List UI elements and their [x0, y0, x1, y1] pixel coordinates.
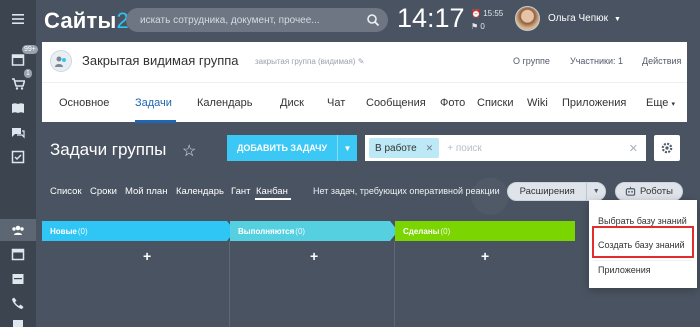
menu-divider: [593, 260, 693, 261]
tab-more-label: Еще: [646, 97, 669, 109]
view-gantt[interactable]: Гант: [231, 186, 251, 197]
actions-link[interactable]: Действия: [642, 56, 681, 66]
book-icon[interactable]: [9, 99, 27, 117]
logo-text: Сайты: [44, 8, 117, 33]
kanban-column-count: (0): [295, 226, 306, 236]
extensions-dropdown-menu: Выбрать базу знаний Создать базу знаний …: [589, 200, 697, 288]
kanban-column-header[interactable]: Новые (0): [42, 221, 235, 241]
star-icon[interactable]: ☆: [182, 141, 196, 161]
group-name: Закрытая видимая группа: [82, 53, 239, 68]
kanban-column-header[interactable]: Сделаны (0): [395, 221, 575, 241]
kanban-column-in-progress: Выполняются (0) +: [230, 221, 398, 327]
view-calendar[interactable]: Календарь: [176, 186, 224, 197]
active-tab-indicator: [135, 120, 176, 123]
extensions-label: Расширения: [519, 186, 575, 197]
view-kanban[interactable]: Канбан: [256, 186, 288, 197]
drive-icon[interactable]: [9, 270, 27, 288]
tab-calendar[interactable]: Календарь: [197, 97, 253, 109]
cart-badge: 1: [24, 69, 32, 78]
chat-icon[interactable]: [9, 124, 27, 142]
alarm-icon: ⏰: [471, 9, 481, 18]
clock-info: ⏰ 15:55 ⚑ 0: [471, 7, 503, 33]
tab-messages[interactable]: Сообщения: [366, 97, 426, 109]
add-card-plus-icon[interactable]: +: [143, 248, 151, 264]
clock-info-count: 0: [480, 22, 485, 31]
search-placeholder: искать сотрудника, документ, прочее...: [140, 14, 320, 26]
clock-time[interactable]: 14:17: [397, 3, 465, 34]
menu-item-select-knowledge-base[interactable]: Выбрать базу знаний: [598, 216, 687, 226]
search-input[interactable]: искать сотрудника, документ, прочее...: [126, 8, 388, 32]
members-link[interactable]: Участники: 1: [570, 56, 623, 66]
add-card-plus-icon[interactable]: +: [481, 248, 489, 264]
tab-main[interactable]: Основное: [59, 97, 109, 109]
menu-item-applications[interactable]: Приложения: [598, 265, 651, 275]
filter-search-placeholder: + поиск: [447, 142, 482, 154]
search-icon[interactable]: [366, 13, 380, 27]
close-icon[interactable]: ✕: [426, 143, 434, 154]
tab-chat[interactable]: Чат: [327, 97, 345, 109]
kanban-column-header[interactable]: Выполняются (0): [230, 221, 398, 241]
view-deadlines[interactable]: Сроки: [90, 186, 117, 197]
settings-button[interactable]: [654, 135, 680, 161]
more-icon[interactable]: [9, 316, 27, 327]
left-rail: 99+ 1: [0, 0, 38, 327]
pencil-icon[interactable]: ✎: [358, 57, 365, 66]
kanban-column-title: Выполняются: [238, 226, 295, 236]
robots-button[interactable]: Роботы: [615, 182, 683, 201]
kanban-column-new: Новые (0) +: [42, 221, 235, 327]
chevron-down-icon[interactable]: ▼: [337, 135, 357, 161]
menu-icon[interactable]: [9, 10, 27, 28]
clear-icon[interactable]: ✕: [629, 142, 638, 155]
extensions-button[interactable]: Расширения ▼: [507, 182, 606, 201]
view-list[interactable]: Список: [50, 186, 82, 197]
check-icon[interactable]: [9, 148, 27, 166]
tab-drive[interactable]: Диск: [280, 97, 304, 109]
tab-photo[interactable]: Фото: [440, 97, 465, 109]
tab-lists[interactable]: Списки: [477, 97, 514, 109]
kanban-column-count: (0): [440, 226, 451, 236]
chevron-down-icon: ▼: [614, 16, 621, 23]
phone-icon[interactable]: [9, 294, 27, 312]
about-group-link[interactable]: О группе: [513, 56, 550, 66]
flag-icon: ⚑: [471, 22, 479, 31]
tab-wiki[interactable]: Wiki: [527, 97, 548, 109]
group-tabs: Основное Задачи Календарь Диск Чат Сообщ…: [42, 82, 687, 123]
user-menu[interactable]: Ольга Чепюк ▼: [548, 13, 621, 24]
sites-badge: 99+: [22, 45, 38, 54]
kanban-column-count: (0): [77, 226, 88, 236]
page-title: Задачи группы: [50, 140, 167, 159]
calendar-icon[interactable]: [9, 245, 27, 263]
chevron-down-icon[interactable]: ▼: [586, 183, 605, 200]
tab-more[interactable]: Еще ▾: [646, 97, 675, 109]
group-card: Закрытая видимая группа закрытая группа …: [42, 42, 687, 123]
group-icon[interactable]: [9, 221, 27, 239]
avatar[interactable]: [515, 6, 540, 31]
menu-item-create-knowledge-base[interactable]: Создать базу знаний: [598, 240, 685, 250]
robot-icon: [625, 186, 636, 196]
filter-search-field[interactable]: В работе ✕ + поиск ✕: [365, 135, 646, 161]
group-type-text: закрытая группа (видимая): [255, 57, 356, 66]
no-tasks-notice[interactable]: Нет задач, требующих оперативной реакции: [313, 186, 500, 196]
filter-chip[interactable]: В работе ✕: [369, 138, 440, 158]
tab-tasks[interactable]: Задачи: [135, 97, 172, 109]
cart-icon[interactable]: [9, 75, 27, 93]
kanban-column-title: Новые: [50, 226, 77, 236]
kanban-column-title: Сделаны: [403, 226, 440, 236]
add-task-label: ДОБАВИТЬ ЗАДАЧУ: [236, 143, 328, 153]
clock-info-time: 15:55: [483, 9, 504, 18]
chevron-down-icon: ▾: [671, 101, 675, 108]
group-type-label: закрытая группа (видимая) ✎: [255, 57, 364, 66]
active-view-indicator: [255, 198, 291, 200]
view-my-plan[interactable]: Мой план: [125, 186, 167, 197]
robots-label: Роботы: [640, 186, 673, 197]
filter-chip-label: В работе: [375, 142, 417, 154]
add-card-plus-icon[interactable]: +: [310, 248, 318, 264]
kanban-column-done: Сделаны (0) +: [395, 221, 575, 327]
user-name: Ольга Чепюк: [548, 13, 608, 24]
add-task-button[interactable]: ДОБАВИТЬ ЗАДАЧУ ▼: [227, 135, 357, 161]
gear-icon: [661, 142, 673, 154]
group-avatar-icon[interactable]: [50, 50, 72, 72]
tab-apps[interactable]: Приложения: [562, 97, 626, 109]
